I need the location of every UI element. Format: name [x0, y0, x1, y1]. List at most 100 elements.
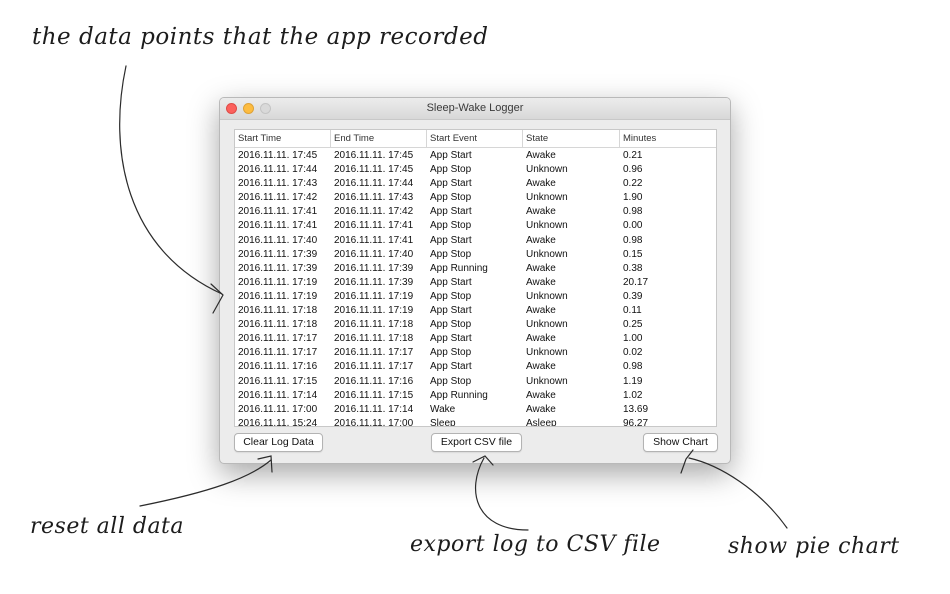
cell-start-time: 2016.11.11. 17:41	[238, 220, 318, 232]
cell-end-time: 2016.11.11. 17:16	[334, 375, 414, 387]
table-body: 2016.11.11. 17:45 2016.11.11. 17:45 App St…	[235, 149, 716, 427]
table-row[interactable]: 2016.11.11. 17:39 2016.11.11. 17:40 App St…	[235, 248, 716, 262]
export-csv-button[interactable]: Export CSV file	[431, 433, 522, 452]
cell-start-event: App Stop	[430, 220, 472, 232]
cell-start-event: App Start	[430, 234, 472, 246]
column-header-start-event[interactable]: Start Event	[427, 130, 523, 147]
table-row[interactable]: 2016.11.11. 17:18 2016.11.11. 17:18 App St…	[235, 318, 716, 332]
cell-minutes: 20.17	[623, 276, 649, 288]
cell-state: Awake	[526, 305, 556, 317]
cell-minutes: 1.19	[623, 375, 643, 387]
cell-end-time: 2016.11.11. 17:41	[334, 234, 414, 246]
cell-end-time: 2016.11.11. 17:43	[334, 192, 414, 204]
cell-start-event: App Stop	[430, 375, 472, 387]
column-header-minutes[interactable]: Minutes	[620, 130, 716, 147]
cell-start-event: App Start	[430, 276, 472, 288]
table-row[interactable]: 2016.11.11. 17:45 2016.11.11. 17:45 App St…	[235, 149, 716, 163]
table-row[interactable]: 2016.11.11. 17:41 2016.11.11. 17:42 App St…	[235, 205, 716, 219]
cell-start-time: 2016.11.11. 17:43	[238, 178, 318, 190]
cell-minutes: 0.96	[623, 164, 643, 176]
cell-start-event: App Start	[430, 206, 472, 218]
table-row[interactable]: 2016.11.11. 17:17 2016.11.11. 17:17 App St…	[235, 346, 716, 360]
table-row[interactable]: 2016.11.11. 17:40 2016.11.11. 17:41 App St…	[235, 234, 716, 248]
cell-minutes: 13.69	[623, 403, 649, 415]
cell-start-event: App Stop	[430, 192, 472, 204]
table-row[interactable]: 2016.11.11. 17:16 2016.11.11. 17:17 App St…	[235, 360, 716, 374]
cell-minutes: 0.25	[623, 319, 643, 331]
cell-start-event: App Stop	[430, 347, 472, 359]
cell-end-time: 2016.11.11. 17:17	[334, 347, 414, 359]
show-chart-button[interactable]: Show Chart	[643, 433, 718, 452]
cell-start-time: 2016.11.11. 17:40	[238, 234, 318, 246]
table-row[interactable]: 2016.11.11. 15:24 2016.11.11. 17:00 Sleep A…	[235, 417, 716, 427]
cell-state: Awake	[526, 403, 556, 415]
cell-minutes: 0.98	[623, 361, 643, 373]
cell-end-time: 2016.11.11. 17:45	[334, 150, 414, 161]
cell-minutes: 0.38	[623, 262, 643, 274]
table-row[interactable]: 2016.11.11. 17:44 2016.11.11. 17:45 App St…	[235, 163, 716, 177]
cell-state: Awake	[526, 262, 556, 274]
cell-state: Awake	[526, 206, 556, 218]
cell-start-time: 2016.11.11. 17:15	[238, 375, 318, 387]
cell-start-time: 2016.11.11. 17:44	[238, 164, 318, 176]
cell-start-time: 2016.11.11. 17:42	[238, 192, 318, 204]
table-row[interactable]: 2016.11.11. 17:00 2016.11.11. 17:14 Wake Aw…	[235, 403, 716, 417]
table-row[interactable]: 2016.11.11. 17:42 2016.11.11. 17:43 App St…	[235, 191, 716, 205]
cell-state: Awake	[526, 333, 556, 345]
cell-start-time: 2016.11.11. 17:45	[238, 150, 318, 161]
log-table[interactable]: Start Time End Time Start Event State Mi…	[234, 129, 717, 427]
table-row[interactable]: 2016.11.11. 17:15 2016.11.11. 17:16 App St…	[235, 375, 716, 389]
cell-state: Unknown	[526, 192, 568, 204]
cell-end-time: 2016.11.11. 17:39	[334, 262, 414, 274]
column-header-start-time[interactable]: Start Time	[235, 130, 331, 147]
arrow-to-clear	[139, 459, 272, 507]
cell-end-time: 2016.11.11. 17:18	[334, 333, 414, 345]
table-row[interactable]: 2016.11.11. 17:19 2016.11.11. 17:39 App St…	[235, 276, 716, 290]
cell-start-time: 2016.11.11. 17:39	[238, 248, 318, 260]
cell-state: Unknown	[526, 248, 568, 260]
cell-minutes: 0.11	[623, 305, 642, 317]
table-row[interactable]: 2016.11.11. 17:17 2016.11.11. 17:18 App St…	[235, 332, 716, 346]
cell-start-time: 2016.11.11. 17:16	[238, 361, 318, 373]
cell-start-time: 2016.11.11. 15:24	[238, 417, 318, 427]
cell-state: Unknown	[526, 290, 568, 302]
table-row[interactable]: 2016.11.11. 17:14 2016.11.11. 17:15 App Ru…	[235, 389, 716, 403]
cell-end-time: 2016.11.11. 17:39	[334, 276, 414, 288]
table-row[interactable]: 2016.11.11. 17:39 2016.11.11. 17:39 App Ru…	[235, 262, 716, 276]
cell-end-time: 2016.11.11. 17:18	[334, 319, 414, 331]
cell-minutes: 0.15	[623, 248, 643, 260]
cell-state: Asleep	[526, 417, 557, 427]
cell-minutes: 0.98	[623, 234, 643, 246]
cell-start-event: Wake	[430, 403, 456, 415]
cell-end-time: 2016.11.11. 17:14	[334, 403, 414, 415]
column-header-state[interactable]: State	[523, 130, 620, 147]
table-header: Start Time End Time Start Event State Mi…	[235, 130, 716, 148]
cell-minutes: 96.27	[623, 417, 649, 427]
cell-start-event: Sleep	[430, 417, 456, 427]
cell-minutes: 1.00	[623, 333, 643, 345]
arrow-to-chart	[688, 457, 788, 529]
cell-start-event: App Start	[430, 150, 472, 161]
cell-minutes: 1.90	[623, 192, 643, 204]
cell-start-time: 2016.11.11. 17:19	[238, 276, 318, 288]
cell-start-time: 2016.11.11. 17:39	[238, 262, 318, 274]
column-header-end-time[interactable]: End Time	[331, 130, 427, 147]
cell-start-time: 2016.11.11. 17:41	[238, 206, 318, 218]
cell-start-event: App Start	[430, 361, 472, 373]
cell-state: Unknown	[526, 220, 568, 232]
cell-state: Awake	[526, 361, 556, 373]
cell-start-event: App Start	[430, 333, 472, 345]
title-bar[interactable]: Sleep-Wake Logger	[220, 98, 730, 120]
annotation-data-points: the data points that the app recorded	[32, 24, 489, 50]
table-row[interactable]: 2016.11.11. 17:19 2016.11.11. 17:19 App St…	[235, 290, 716, 304]
table-row[interactable]: 2016.11.11. 17:18 2016.11.11. 17:19 App St…	[235, 304, 716, 318]
clear-log-button[interactable]: Clear Log Data	[234, 433, 323, 452]
cell-minutes: 0.02	[623, 347, 643, 359]
cell-start-event: App Stop	[430, 319, 472, 331]
table-row[interactable]: 2016.11.11. 17:43 2016.11.11. 17:44 App St…	[235, 177, 716, 191]
cell-end-time: 2016.11.11. 17:17	[334, 361, 414, 373]
table-row[interactable]: 2016.11.11. 17:41 2016.11.11. 17:41 App St…	[235, 219, 716, 233]
cell-state: Unknown	[526, 164, 568, 176]
cell-start-event: App Start	[430, 305, 472, 317]
annotation-reset: reset all data	[30, 514, 185, 539]
